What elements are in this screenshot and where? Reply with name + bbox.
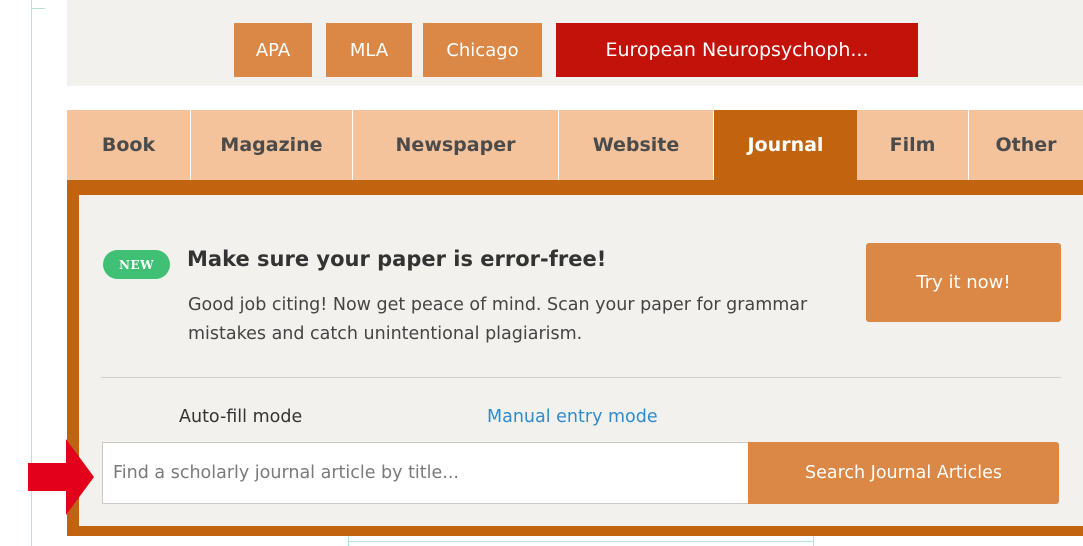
style-mla-button[interactable]: MLA: [326, 23, 412, 77]
tab-film[interactable]: Film: [857, 110, 969, 180]
bottom-guide-tick-left: [348, 536, 349, 546]
selected-style-button[interactable]: European Neuropsychoph...: [556, 23, 918, 77]
source-type-tabs: Book Magazine Newspaper Website Journal …: [67, 110, 1083, 180]
search-journal-articles-button[interactable]: Search Journal Articles: [748, 442, 1059, 504]
tab-website[interactable]: Website: [559, 110, 714, 180]
manual-entry-mode-link[interactable]: Manual entry mode: [487, 407, 658, 427]
bottom-guide-line: [348, 541, 814, 542]
promo-description: Good job citing! Now get peace of mind. …: [188, 295, 808, 344]
style-apa-button[interactable]: APA: [234, 23, 312, 77]
tab-journal[interactable]: Journal: [714, 110, 857, 180]
auto-fill-mode-tab[interactable]: Auto-fill mode: [179, 407, 302, 427]
panel-divider: [101, 377, 1061, 378]
tab-other[interactable]: Other: [969, 110, 1083, 180]
tab-magazine[interactable]: Magazine: [191, 110, 353, 180]
left-guide-tick: [31, 8, 45, 9]
bottom-guide-tick-right: [813, 536, 814, 546]
promo-title: Make sure your paper is error-free!: [187, 247, 607, 271]
journal-search-input[interactable]: [102, 442, 748, 504]
tab-book[interactable]: Book: [67, 110, 191, 180]
style-chicago-button[interactable]: Chicago: [423, 23, 542, 77]
try-it-now-button[interactable]: Try it now!: [866, 243, 1061, 322]
tab-newspaper[interactable]: Newspaper: [353, 110, 559, 180]
new-badge: NEW: [103, 250, 170, 279]
red-arrow-icon: [28, 439, 94, 515]
